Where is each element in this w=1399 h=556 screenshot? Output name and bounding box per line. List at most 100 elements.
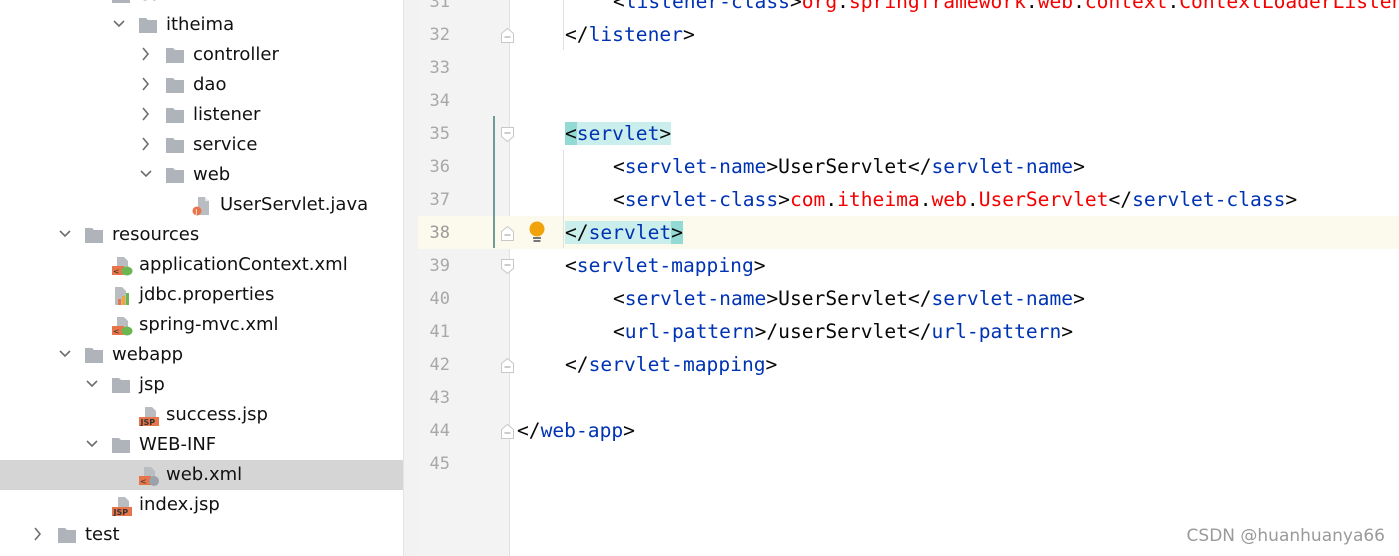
xml-text: <: [613, 0, 625, 13]
lightbulb-icon[interactable]: [528, 221, 546, 249]
tree-item-label: WEB-INF: [139, 434, 217, 455]
xml-text: >: [754, 320, 767, 343]
code-line[interactable]: 36 <servlet-name>UserServlet</servlet-nam…: [418, 150, 1399, 183]
xml-text: /userServlet: [766, 320, 908, 343]
fold-start-icon[interactable]: [501, 259, 514, 275]
jsp-file-icon: JSP: [111, 496, 132, 517]
xml-tag-name: servlet-name: [931, 155, 1074, 178]
tree-item-label: applicationContext.xml: [139, 254, 348, 275]
project-tree: com itheima controller dao listener service we…: [0, 0, 403, 556]
line-number: 45: [429, 454, 450, 474]
chevron-down-icon[interactable]: [85, 376, 99, 392]
xml-tag-name: listener-class: [624, 0, 790, 13]
xml-text: </: [907, 155, 932, 178]
tree-item-label: UserServlet.java: [220, 194, 369, 215]
xml-value: web: [931, 188, 967, 211]
tree-item-applicationcontext-xml[interactable]: < applicationContext.xml: [0, 250, 403, 280]
code-line[interactable]: 37 <servlet-class>com.itheima.web.UserSer…: [418, 183, 1399, 216]
folder-icon: [165, 76, 185, 94]
line-number: 39: [429, 256, 450, 276]
svg-text:JSP: JSP: [140, 418, 156, 426]
project-tree-scrollbar[interactable]: [403, 0, 418, 556]
tree-item-controller[interactable]: controller: [0, 40, 403, 70]
tree-item-service[interactable]: service: [0, 130, 403, 160]
tree-item-web-inf[interactable]: WEB-INF: [0, 430, 403, 460]
tree-item-spring-mvc-xml[interactable]: < spring-mvc.xml: [0, 310, 403, 340]
chevron-down-icon[interactable]: [58, 346, 72, 362]
chevron-right-icon[interactable]: [139, 106, 153, 122]
code-line[interactable]: 44 </web-app>: [418, 414, 1399, 447]
xml-text: >: [1073, 287, 1085, 310]
code-line[interactable]: 35 <servlet>: [418, 117, 1399, 150]
chevron-down-icon[interactable]: [85, 0, 99, 2]
code-line[interactable]: 41 <url-pattern>/userServlet</url-pattern…: [418, 315, 1399, 348]
tree-item-webapp[interactable]: webapp: [0, 340, 403, 370]
code-line[interactable]: 43: [418, 381, 1399, 414]
code-line[interactable]: 42 </servlet-mapping>: [418, 348, 1399, 381]
xml-text: </: [565, 23, 589, 46]
tree-item-listener[interactable]: listener: [0, 100, 403, 130]
xml-tag-name: url-pattern: [624, 320, 755, 343]
code-line[interactable]: 31 <listener-class>org.springframework.we…: [418, 0, 1399, 18]
chevron-down-icon[interactable]: [85, 436, 99, 452]
chevron-right-icon[interactable]: [139, 46, 153, 62]
chevron-right-icon[interactable]: [139, 136, 153, 152]
code-line[interactable]: 34: [418, 84, 1399, 117]
tree-item-dao[interactable]: dao: [0, 70, 403, 100]
fold-end-icon[interactable]: [501, 225, 514, 241]
xml-value: com: [789, 188, 826, 211]
tree-item-jdbc-properties[interactable]: jdbc.properties: [0, 280, 403, 310]
tree-item-userservlet-java[interactable]: J UserServlet.java: [0, 190, 403, 220]
xml-tag-name: servlet-name: [624, 287, 767, 310]
xml-text: .: [1167, 0, 1180, 13]
code-text: <url-pattern>/userServlet</url-pattern>: [613, 320, 1073, 344]
xml-text: >: [682, 23, 695, 46]
xml-text: >: [766, 287, 779, 310]
folder-icon: [84, 346, 104, 364]
xml-text: >: [1061, 320, 1074, 343]
line-number: 43: [429, 388, 450, 408]
indent-guide: [563, 0, 564, 50]
chevron-down-icon[interactable]: [58, 226, 72, 242]
tree-item-label: itheima: [166, 14, 235, 35]
code-line[interactable]: 40 <servlet-name>UserServlet</servlet-nam…: [418, 282, 1399, 315]
line-number: 40: [429, 289, 450, 309]
xml-text: >: [659, 122, 672, 145]
tree-item-label: success.jsp: [166, 404, 268, 425]
chevron-right-icon[interactable]: [31, 526, 45, 542]
tree-item-com[interactable]: com: [0, 0, 403, 10]
tree-item-resources[interactable]: resources: [0, 220, 403, 250]
code-line[interactable]: 38 </servlet>: [418, 216, 1399, 249]
fold-end-icon[interactable]: [501, 357, 514, 373]
xml-text: >: [778, 188, 790, 211]
xml-text: .: [966, 188, 979, 211]
tree-item-itheima[interactable]: itheima: [0, 10, 403, 40]
code-line[interactable]: 33: [418, 51, 1399, 84]
xml-tag-name: servlet-class: [1132, 188, 1286, 211]
code-line[interactable]: 32 </listener>: [418, 18, 1399, 51]
chevron-down-icon[interactable]: [112, 16, 126, 32]
line-number: 31: [429, 0, 450, 12]
xml-text: </: [565, 353, 589, 376]
chevron-right-icon[interactable]: [139, 76, 153, 92]
tree-item-web-xml[interactable]: < web.xml: [0, 460, 403, 490]
fold-end-icon[interactable]: [501, 27, 514, 43]
chevron-down-icon[interactable]: [139, 166, 153, 182]
tree-item-web[interactable]: web: [0, 160, 403, 190]
tree-item-index-jsp[interactable]: JSP index.jsp: [0, 490, 403, 520]
xml-text: >: [753, 254, 766, 277]
svg-text:<: <: [140, 477, 147, 486]
folder-icon: [165, 136, 185, 154]
xml-text: >: [671, 221, 683, 244]
code-line[interactable]: 45: [418, 447, 1399, 480]
fold-start-icon[interactable]: [501, 127, 514, 143]
xml-tag-name: servlet: [588, 221, 672, 244]
tree-item-jsp[interactable]: jsp: [0, 370, 403, 400]
xml-text: </: [907, 287, 932, 310]
tree-item-test[interactable]: test: [0, 520, 403, 550]
xml-value: springframework: [848, 0, 1026, 13]
folder-icon: [111, 0, 131, 4]
fold-end-icon[interactable]: [501, 423, 514, 439]
code-line[interactable]: 39 <servlet-mapping>: [418, 249, 1399, 282]
tree-item-success-jsp[interactable]: JSP success.jsp: [0, 400, 403, 430]
